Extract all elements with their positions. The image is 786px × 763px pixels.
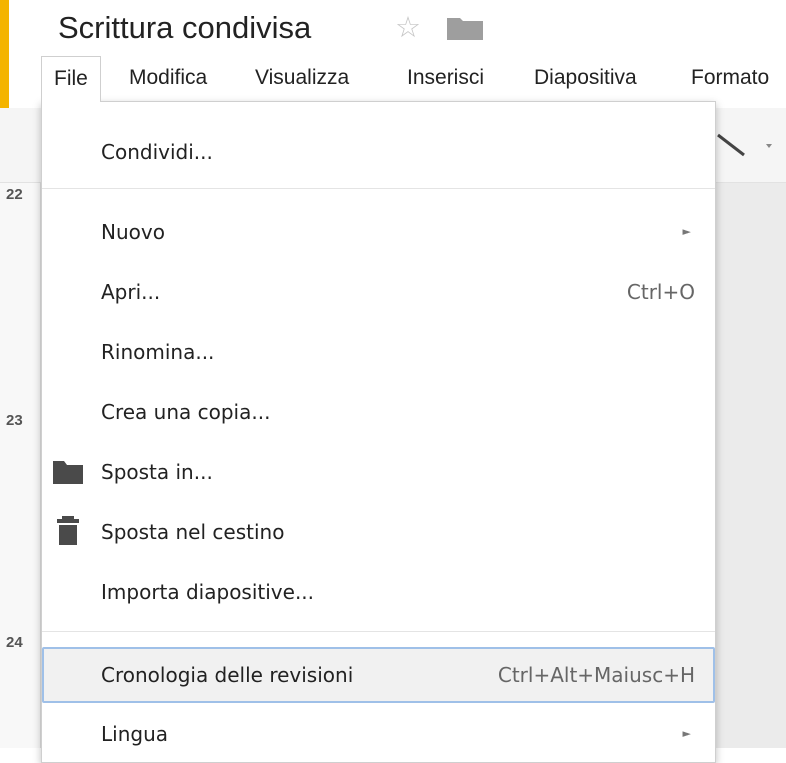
menu-item-rinomina[interactable]: Rinomina... — [42, 324, 715, 380]
menu-item-nuovo[interactable]: Nuovo ► — [42, 204, 715, 260]
menu-diapositiva[interactable]: Diapositiva — [534, 56, 637, 102]
folder-icon — [53, 461, 83, 484]
menu-item-label: Apri... — [101, 280, 161, 304]
trash-icon — [57, 516, 79, 545]
menu-item-apri[interactable]: Apri... Ctrl+O — [42, 264, 715, 320]
menu-separator — [42, 631, 715, 632]
accent-bar — [0, 0, 9, 108]
menu-item-cestino[interactable]: Sposta nel cestino — [42, 504, 715, 560]
menu-item-importa[interactable]: Importa diapositive... — [42, 564, 715, 620]
menu-item-condividi[interactable]: Condividi... — [42, 124, 715, 180]
menu-item-label: Crea una copia... — [101, 400, 271, 424]
ruler-number: 23 — [6, 412, 23, 429]
menu-file[interactable]: File — [41, 56, 101, 102]
menu-item-label: Sposta nel cestino — [101, 520, 285, 544]
menu-item-label: Rinomina... — [101, 340, 215, 364]
menu-item-label: Importa diapositive... — [101, 580, 315, 604]
menu-item-label: Cronologia delle revisioni — [101, 663, 354, 687]
menu-formato[interactable]: Formato — [691, 56, 769, 102]
menu-item-sposta-in[interactable]: Sposta in... — [42, 444, 715, 500]
menu-inserisci[interactable]: Inserisci — [407, 56, 484, 102]
menu-item-cronologia[interactable]: Cronologia delle revisioni Ctrl+Alt+Maiu… — [42, 647, 715, 703]
menu-item-label: Condividi... — [101, 140, 213, 164]
file-menu-dropdown: Condividi... Nuovo ► Apri... Ctrl+O Rino… — [41, 101, 716, 763]
menu-bar: File Modifica Visualizza Inserisci Diapo… — [41, 56, 786, 102]
vertical-ruler: 22 23 24 — [0, 183, 41, 748]
menu-item-label: Nuovo — [101, 220, 165, 244]
submenu-arrow-icon: ► — [682, 225, 691, 238]
menu-item-label: Lingua — [101, 722, 169, 746]
star-icon[interactable]: ☆ — [395, 11, 421, 45]
menu-item-crea-copia[interactable]: Crea una copia... — [42, 384, 715, 440]
menu-item-shortcut: Ctrl+O — [626, 280, 695, 304]
menu-visualizza[interactable]: Visualizza — [255, 56, 349, 102]
folder-icon[interactable] — [447, 16, 483, 40]
document-title[interactable]: Scrittura condivisa — [58, 8, 311, 48]
ruler-number: 24 — [6, 634, 23, 651]
line-tool-icon[interactable] — [712, 125, 772, 165]
menu-modifica[interactable]: Modifica — [129, 56, 207, 102]
menu-item-lingua[interactable]: Lingua ► — [42, 706, 715, 762]
menu-separator — [42, 188, 715, 189]
ruler-number: 22 — [6, 186, 23, 203]
menu-item-shortcut: Ctrl+Alt+Maiusc+H — [497, 663, 695, 687]
menu-item-label: Sposta in... — [101, 460, 213, 484]
submenu-arrow-icon: ► — [682, 727, 691, 740]
